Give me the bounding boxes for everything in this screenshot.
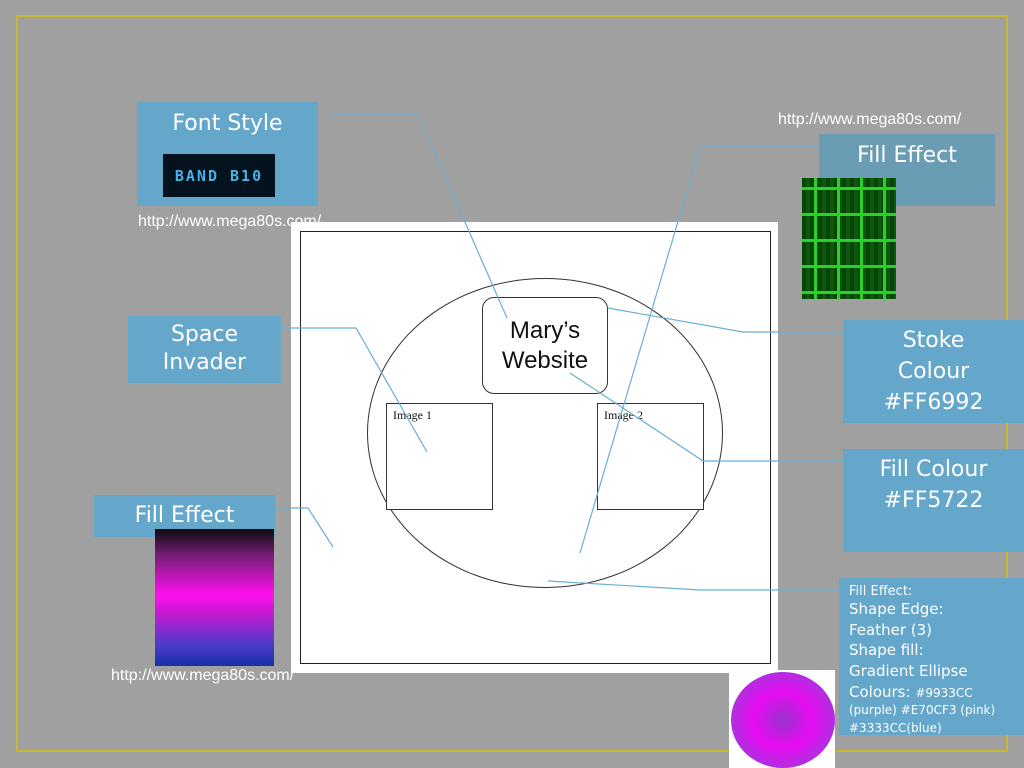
- gradient-ellipse-swatch: [729, 670, 835, 768]
- space-invader-callout: Space Invader: [128, 316, 281, 383]
- mockup-title-box: Mary’s Website: [482, 297, 608, 394]
- image-2-label: Image 2: [604, 408, 643, 422]
- detail-heading: Fill Effect:: [849, 584, 913, 599]
- fill-effect-detail-callout: Fill Effect: Shape Edge: Feather (3) Sha…: [839, 578, 1024, 735]
- detail-line-6: (purple) #E70CF3 (pink): [849, 703, 996, 718]
- website-mockup: Mary’s Website Image 1 Image 2: [291, 222, 778, 673]
- detail-line-1: Shape Edge:: [849, 600, 944, 618]
- stroke-colour-callout: Stoke Colour #FF6992: [843, 320, 1024, 423]
- mockup-title: Mary’s Website: [501, 316, 589, 374]
- detail-line-5: Colours: #9933CC: [849, 682, 1014, 703]
- fill-effect-left-label: Fill Effect: [134, 503, 235, 528]
- fill-colour-callout: Fill Colour #FF5722: [843, 449, 1024, 552]
- detail-line-7: #3333CC(blue): [849, 720, 942, 735]
- gradient-ellipse: [731, 672, 835, 768]
- detail-line-4: Gradient Ellipse: [849, 662, 968, 681]
- url-top-left: http://www.mega80s.com/: [138, 213, 322, 230]
- url-bottom-left: http://www.mega80s.com/: [111, 667, 295, 684]
- gradient-bar-swatch: [155, 529, 274, 666]
- image-1-label: Image 1: [393, 408, 432, 422]
- detail-line-3: Shape fill:: [849, 641, 924, 660]
- fill-effect-top-label: Fill Effect: [857, 143, 957, 168]
- detail-colours-label: Colours:: [849, 682, 911, 701]
- font-style-label: Font Style: [172, 111, 283, 136]
- url-top-right: http://www.mega80s.com/: [778, 111, 962, 128]
- green-grid-swatch: [802, 178, 896, 299]
- space-invader-label: Space Invader: [162, 322, 247, 375]
- band-font-sample: BAND B10: [163, 154, 275, 197]
- detail-colours-value: #9933CC: [915, 685, 973, 700]
- image-2-box: Image 2: [597, 403, 704, 510]
- stroke-colour-label: Stoke Colour #FF6992: [883, 328, 984, 415]
- image-1-box: Image 1: [386, 403, 493, 510]
- detail-line-2: Feather (3): [849, 620, 933, 639]
- fill-colour-label: Fill Colour #FF5722: [879, 457, 988, 513]
